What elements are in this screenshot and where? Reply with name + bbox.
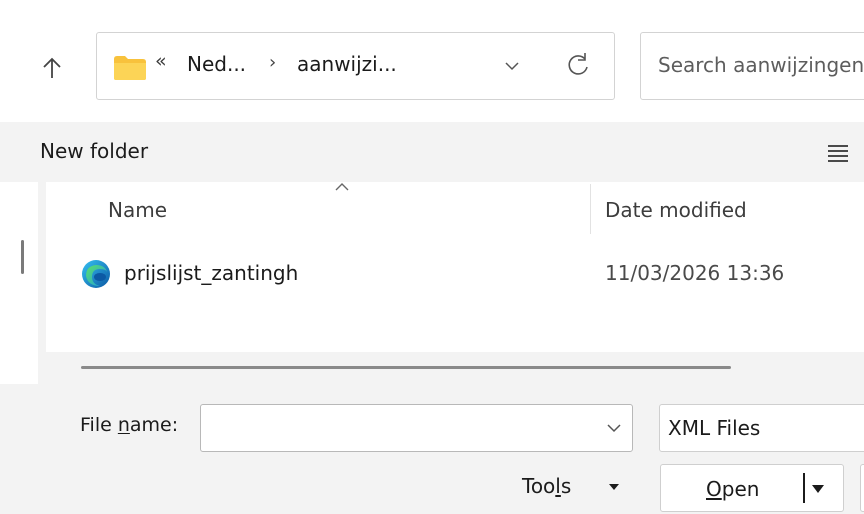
tools-label: Tools — [522, 474, 571, 498]
refresh-icon[interactable] — [563, 50, 593, 80]
arrow-up-icon — [43, 57, 61, 78]
chevron-down-icon[interactable] — [501, 55, 523, 77]
open-label-hotkey: O — [706, 477, 722, 501]
up-button[interactable] — [30, 46, 74, 90]
column-header-name[interactable]: Name — [108, 198, 167, 222]
breadcrumb-overflow[interactable]: « — [155, 50, 167, 72]
breadcrumb-separator[interactable]: › — [269, 52, 276, 73]
file-date-cell: 11/03/2026 13:36 — [605, 261, 785, 285]
file-name-input[interactable] — [200, 404, 633, 452]
tools-button[interactable]: Tools — [522, 470, 622, 506]
breadcrumb-item-aanwijzingen[interactable]: aanwijzi... — [297, 52, 397, 76]
open-split-divider — [803, 473, 805, 503]
folder-icon — [114, 56, 146, 80]
new-folder-button[interactable]: New folder — [40, 139, 148, 163]
tools-label-pre: Too — [522, 474, 556, 498]
file-name-label-hotkey: n — [117, 414, 130, 436]
file-type-value: XML Files — [668, 416, 761, 440]
open-label-rest: pen — [721, 477, 760, 501]
column-header-date-modified[interactable]: Date modified — [605, 198, 747, 222]
cancel-button[interactable] — [860, 464, 864, 512]
address-bar[interactable]: « Ned... › aanwijzi... — [96, 32, 615, 100]
edge-icon — [82, 260, 110, 288]
caret-down-icon[interactable] — [811, 483, 825, 495]
file-name-label-suffix: ame: — [129, 414, 179, 436]
open-label: Open — [706, 477, 759, 501]
file-name-label-prefix: File — [80, 414, 118, 436]
breadcrumb-item-ned[interactable]: Ned... — [187, 52, 246, 76]
toolbar: New folder — [0, 122, 864, 182]
view-list-icon[interactable] — [826, 142, 850, 164]
file-name-cell: prijslijst_zantingh — [124, 261, 299, 285]
horizontal-scrollbar-thumb[interactable] — [81, 366, 731, 369]
file-type-select[interactable]: XML Files — [659, 404, 864, 452]
search-input[interactable]: Search aanwijzingen — [640, 32, 864, 100]
navigation-pane-edge — [38, 182, 46, 384]
open-button[interactable]: Open — [660, 464, 844, 512]
dialog-footer: File name: XML Files Tools Open — [0, 384, 864, 514]
navigation-scrollbar-thumb[interactable] — [21, 240, 24, 274]
chevron-down-icon[interactable] — [603, 417, 625, 439]
sort-ascending-icon — [335, 183, 349, 191]
file-list-item[interactable]: prijslijst_zantingh 11/03/2026 13:36 — [46, 244, 864, 300]
column-divider[interactable] — [590, 184, 591, 234]
file-name-label: File name: — [80, 414, 178, 436]
caret-down-icon — [609, 484, 619, 490]
tools-label-post: s — [560, 474, 572, 498]
search-placeholder: Search aanwijzingen — [658, 53, 864, 77]
horizontal-scrollbar[interactable] — [46, 352, 864, 384]
